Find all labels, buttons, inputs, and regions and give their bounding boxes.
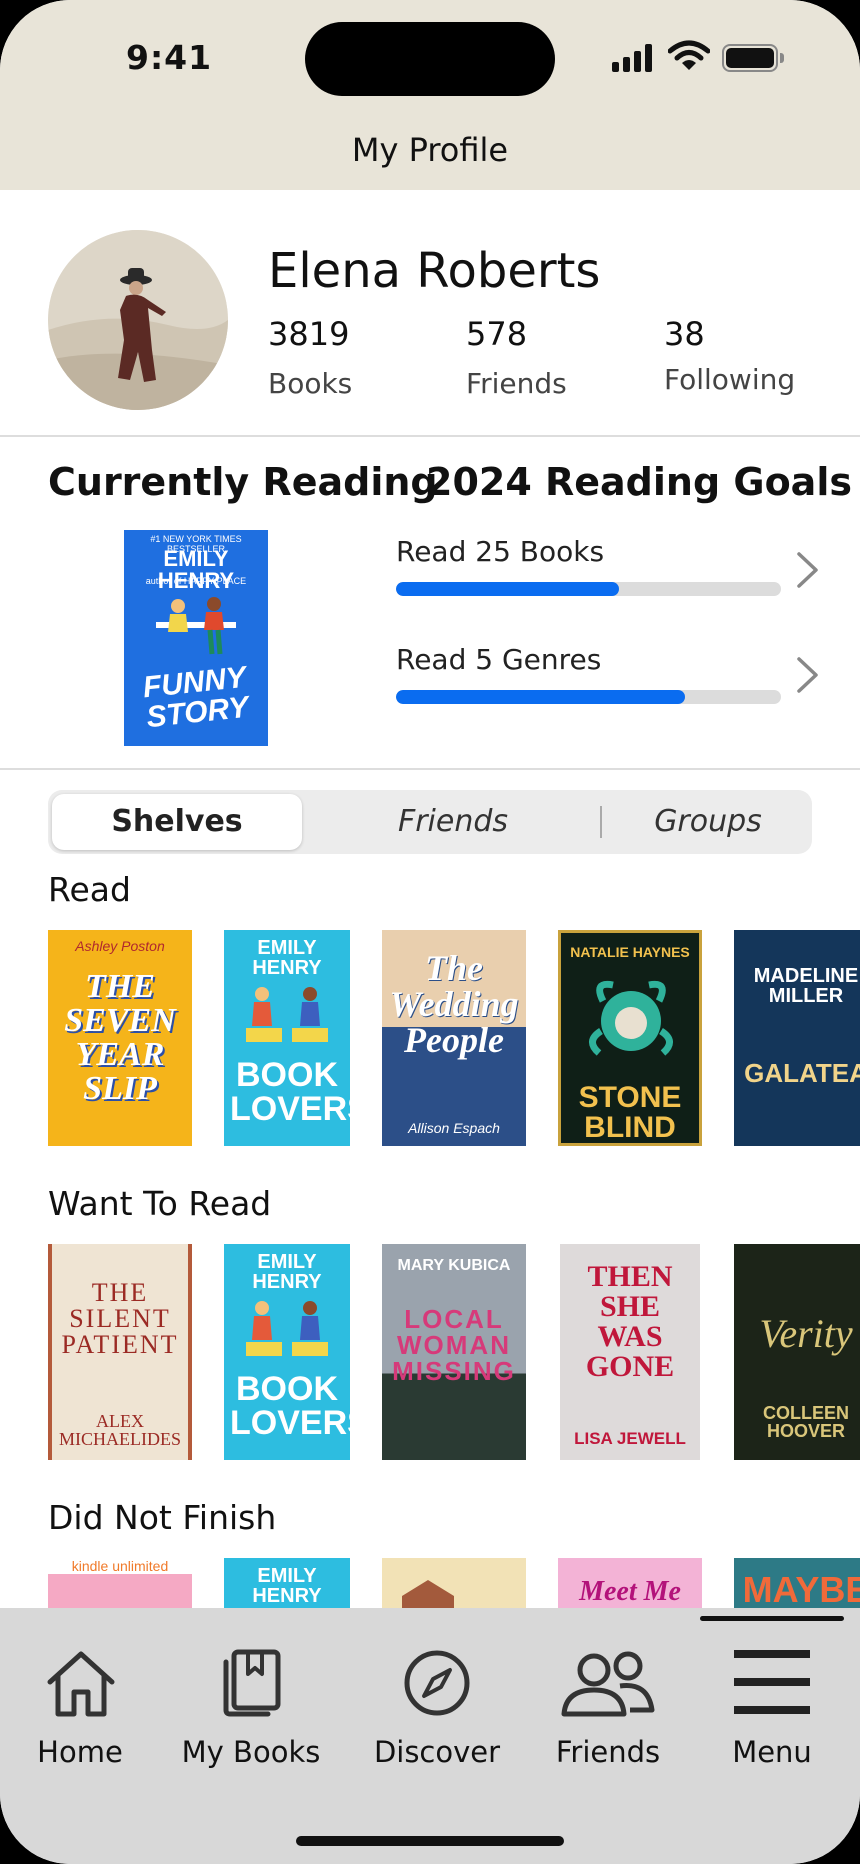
stat-value: 3819 <box>268 315 350 353</box>
book-title: The Wedding People <box>389 948 519 1060</box>
goal-progress-fill <box>396 690 685 704</box>
shelves-segmented-control: Shelves Friends Groups <box>48 790 812 854</box>
tab-groups[interactable]: Groups <box>608 790 808 854</box>
stat-books[interactable]: 3819 Books <box>268 315 352 400</box>
book-cover[interactable]: THEN SHE WAS GONE LISA JEWELL <box>560 1244 700 1460</box>
tab-label: My Books <box>181 1735 321 1769</box>
book-title: BOOK LOVERS <box>230 1370 350 1442</box>
battery-icon <box>722 44 784 72</box>
book-illustration <box>246 1301 328 1356</box>
stat-value: 38 <box>664 315 705 353</box>
book-title: LOCAL WOMAN MISSING <box>392 1304 516 1386</box>
book-cover[interactable]: EMILY HENRY BOOK LOVERS <box>224 930 350 1146</box>
book-author: Ashley Poston <box>75 938 165 954</box>
book-title: STONE BLIND <box>578 1081 682 1144</box>
divider <box>0 768 860 770</box>
book-cover[interactable]: MARY KUBICA LOCAL WOMAN MISSING <box>382 1244 526 1460</box>
reading-goals-title: 2024 Reading Goals <box>426 460 852 504</box>
shelf-title-want-to-read[interactable]: Want To Read <box>48 1184 271 1223</box>
tab-label: Menu <box>732 1735 812 1769</box>
stat-label: Following <box>664 363 796 396</box>
dynamic-island <box>305 22 555 96</box>
home-icon <box>47 1651 115 1717</box>
book-title: THE SILENT PATIENT <box>61 1278 179 1359</box>
book-cover[interactable]: THE SILENT PATIENT ALEX MICHAELIDES <box>48 1244 192 1460</box>
book-title: GALATEA <box>744 1058 860 1088</box>
book-cover[interactable]: EMILY HENRY BOOK LOVERS <box>224 1244 350 1460</box>
home-indicator <box>296 1836 564 1846</box>
goal-label[interactable]: Read 5 Genres <box>396 643 601 676</box>
shelf-title-did-not-finish[interactable]: Did Not Finish <box>48 1498 276 1537</box>
tab-label: Friends <box>555 1735 661 1769</box>
cellular-signal-icon <box>612 44 654 72</box>
book-title: THEN SHE WAS GONE <box>585 1260 675 1383</box>
book-author: EMILY HENRY <box>252 1565 322 1607</box>
wifi-icon <box>668 40 710 70</box>
book-title: Verity <box>759 1311 853 1356</box>
book-author: NATALIE HAYNES <box>570 944 690 960</box>
book-cover[interactable]: Ashley Poston THE SEVEN YEAR SLIP <box>48 930 192 1146</box>
page-title: My Profile <box>351 131 509 169</box>
friends-icon <box>561 1651 655 1717</box>
stat-label: Books <box>268 367 353 400</box>
stat-friends[interactable]: 578 Friends <box>466 315 567 400</box>
book-illustration <box>246 987 328 1042</box>
book-author: EMILY HENRY <box>252 1251 322 1293</box>
compass-icon <box>404 1650 470 1716</box>
book-author: MARY KUBICA <box>397 1257 511 1274</box>
book-illustration <box>589 980 673 1056</box>
book-author: ALEX MICHAELIDES <box>59 1411 181 1449</box>
shelf-title-read[interactable]: Read <box>48 870 131 909</box>
currently-reading-title: Currently Reading <box>48 460 438 504</box>
book-title: BOOK LOVERS <box>230 1056 350 1128</box>
stat-value: 578 <box>466 315 528 353</box>
books-icon <box>223 1649 281 1717</box>
divider <box>0 435 860 437</box>
header: 9:41 My Profile <box>0 0 860 190</box>
goal-progress-bar <box>396 690 781 704</box>
book-subtitle: author of HAPPY PLACE <box>145 576 247 586</box>
stat-label: Friends <box>466 367 567 400</box>
avatar[interactable] <box>48 230 228 410</box>
book-title: Meet Me <box>579 1576 681 1607</box>
tab-shelves[interactable]: Shelves <box>52 794 302 850</box>
currently-reading-book[interactable]: #1 NEW YORK TIMES BESTSELLER EMILY HENRY… <box>124 530 268 746</box>
avatar-photo <box>48 230 228 410</box>
book-title: MAYBE <box>742 1569 860 1610</box>
menu-icon <box>734 1650 810 1714</box>
book-cover[interactable]: MADELINE MILLER GALATEA <box>734 930 860 1146</box>
goal-progress-bar <box>396 582 781 596</box>
book-author: COLLEEN HOOVER <box>762 1403 849 1441</box>
chevron-right-icon[interactable] <box>795 550 821 590</box>
book-title: FUNNY STORY <box>141 660 251 735</box>
book-cover[interactable]: Verity COLLEEN HOOVER <box>734 1244 860 1460</box>
book-title: THE SEVEN YEAR SLIP <box>64 968 176 1107</box>
active-tab-indicator <box>700 1616 844 1621</box>
tab-label: Home <box>37 1735 123 1769</box>
book-cover[interactable]: The Wedding People Allison Espach <box>382 930 526 1146</box>
book-cover[interactable]: NATALIE HAYNES STONE BLIND <box>558 930 702 1146</box>
stat-following[interactable]: 38 Following <box>664 315 795 396</box>
segment-separator <box>600 806 602 838</box>
book-author: Allison Espach <box>408 1120 500 1136</box>
book-author: LISA JEWELL <box>574 1429 686 1448</box>
book-author: MADELINE MILLER <box>753 965 859 1007</box>
profile-name: Elena Roberts <box>268 243 601 299</box>
status-time: 9:41 <box>126 38 213 77</box>
chevron-right-icon[interactable] <box>795 655 821 695</box>
tab-label: Discover <box>373 1735 501 1769</box>
book-author: kindle unlimited <box>48 1558 192 1574</box>
tab-friends[interactable]: Friends <box>348 790 558 854</box>
phone-screen: 9:41 My Profile Elena Roberts 3819 Books… <box>0 0 860 1864</box>
goal-label[interactable]: Read 25 Books <box>396 535 604 568</box>
book-author: EMILY HENRY <box>252 937 322 979</box>
book-illustration <box>156 597 236 655</box>
goal-progress-fill <box>396 582 620 596</box>
